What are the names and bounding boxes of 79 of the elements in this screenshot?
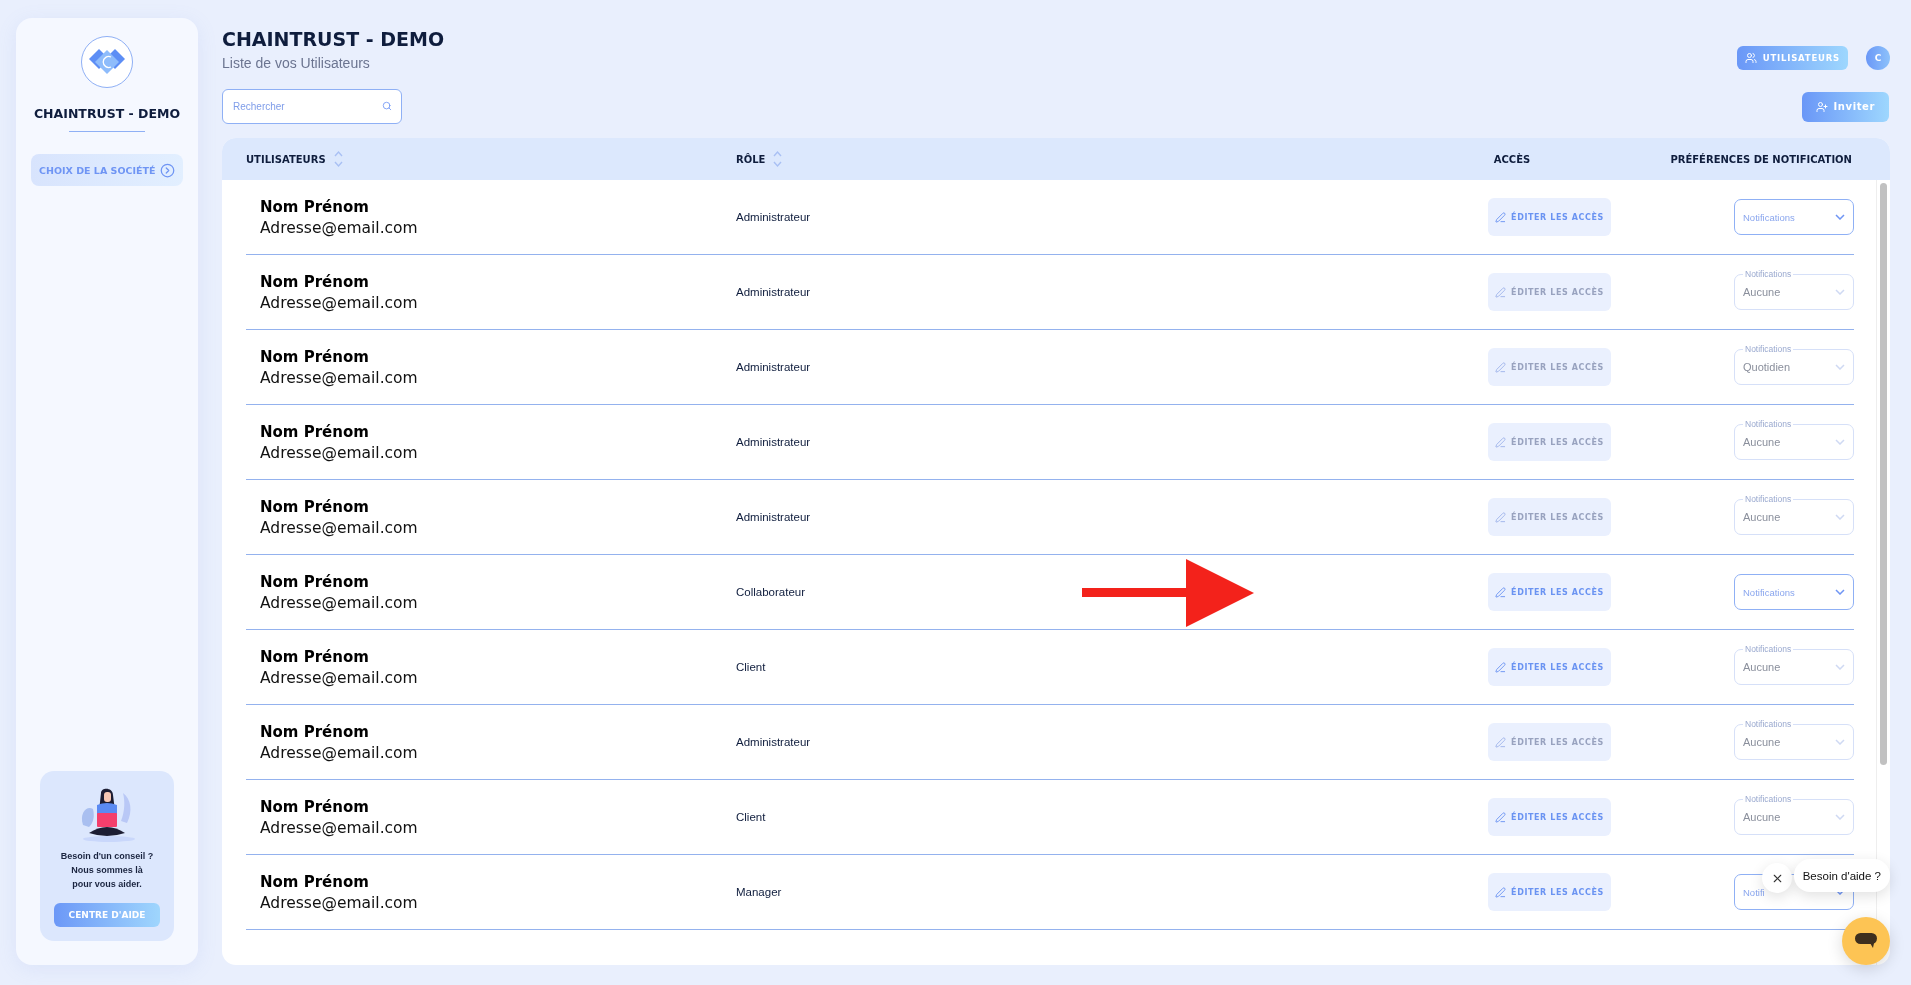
page-title: CHAINTRUST - DEMO [222,28,445,50]
chevron-down-icon [1835,439,1845,445]
user-role: Administrateur [736,511,812,523]
user-role: Collaborateur [736,586,807,598]
pen-icon [1495,211,1507,223]
user-email: Adresse@email.com [260,818,419,837]
user-role: Client [736,661,767,673]
user-email: Adresse@email.com [260,368,419,387]
user-role: Administrateur [736,211,812,223]
user-email: Adresse@email.com [260,668,419,687]
chevron-down-icon [1835,589,1845,595]
user-name: Nom Prénom [260,347,370,366]
user-email: Adresse@email.com [260,593,419,612]
page-subtitle: Liste de vos Utilisateurs [222,55,371,71]
edit-access-button[interactable]: ÉDITER LES ACCÈS [1488,573,1611,611]
user-name: Nom Prénom [260,797,370,816]
chat-tooltip: Besoin d'aide ? [1793,859,1890,892]
user-name: Nom Prénom [260,197,370,216]
user-name: Nom Prénom [260,647,370,666]
chevron-down-icon [1835,514,1845,520]
edit-access-button[interactable]: ÉDITER LES ACCÈS [1488,873,1611,911]
pen-icon [1495,586,1507,598]
user-email: Adresse@email.com [260,743,419,762]
user-email: Adresse@email.com [260,893,419,912]
pen-icon [1495,736,1507,748]
user-email: Adresse@email.com [260,218,419,237]
chevron-down-icon [1835,364,1845,370]
search-field[interactable]: Rechercher [222,89,402,124]
chevron-down-icon [1835,664,1845,670]
user-email: Adresse@email.com [260,518,419,537]
chevron-down-icon [1835,739,1845,745]
user-email: Adresse@email.com [260,293,419,312]
users-icon [1744,52,1757,64]
user-role: Administrateur [736,436,812,448]
add-user-icon [1815,100,1828,113]
chevron-down-icon [1835,289,1845,295]
column-header: ACCÈS [1493,153,1531,165]
edit-access-button[interactable]: ÉDITER LES ACCÈS [1488,198,1611,236]
user-role: Administrateur [736,286,812,298]
scrollbar-thumb[interactable] [1880,183,1887,765]
pen-icon [1495,436,1507,448]
pen-icon [1495,286,1507,298]
pen-icon [1495,511,1507,523]
user-name: Nom Prénom [260,422,370,441]
chevron-circle-icon [160,162,175,178]
edit-access-button[interactable]: ÉDITER LES ACCÈS [1488,798,1611,836]
menu-item[interactable]: CHOIX DE LA SOCIÉTÉ [31,154,183,186]
pen-icon [1495,811,1507,823]
user-name: Nom Prénom [260,272,370,291]
help-text: Besoin d'un conseil ? Nous sommes là pour vous aider. [60,850,154,891]
help-center-button[interactable]: CENTRE D'AIDE [54,903,160,927]
edit-access-button[interactable]: ÉDITER LES ACCÈS [1488,648,1611,686]
pen-icon [1495,661,1507,673]
sort-icon[interactable] [773,150,783,168]
company-name: CHAINTRUST - DEMO [33,106,181,121]
user-role: Administrateur [736,361,812,373]
search-icon [382,101,392,111]
user-name: Nom Prénom [260,497,370,516]
user-role: Manager [736,886,783,898]
user-name: Nom Prénom [260,722,370,741]
avatar[interactable]: C [1866,46,1890,70]
column-header: UTILISATEURS [246,153,326,165]
column-header: PRÉFÉRENCES DE NOTIFICATION [1670,153,1852,165]
pen-icon [1495,886,1507,898]
column-header: RÔLE [736,153,766,165]
sort-icon[interactable] [333,150,343,168]
chevron-down-icon [1835,214,1845,220]
users-button[interactable]: UTILISATEURS [1736,46,1848,70]
user-name: Nom Prénom [260,572,370,591]
invite-button[interactable]: Inviter [1801,91,1889,122]
notification-select[interactable]: Notifications [1734,199,1854,235]
user-name: Nom Prénom [260,872,370,891]
user-role: Client [736,811,767,823]
user-role: Administrateur [736,736,812,748]
chat-icon [1855,933,1877,949]
user-email: Adresse@email.com [260,443,419,462]
pen-icon [1495,361,1507,373]
notification-select[interactable]: Notifications [1734,574,1854,610]
chevron-down-icon [1835,814,1845,820]
